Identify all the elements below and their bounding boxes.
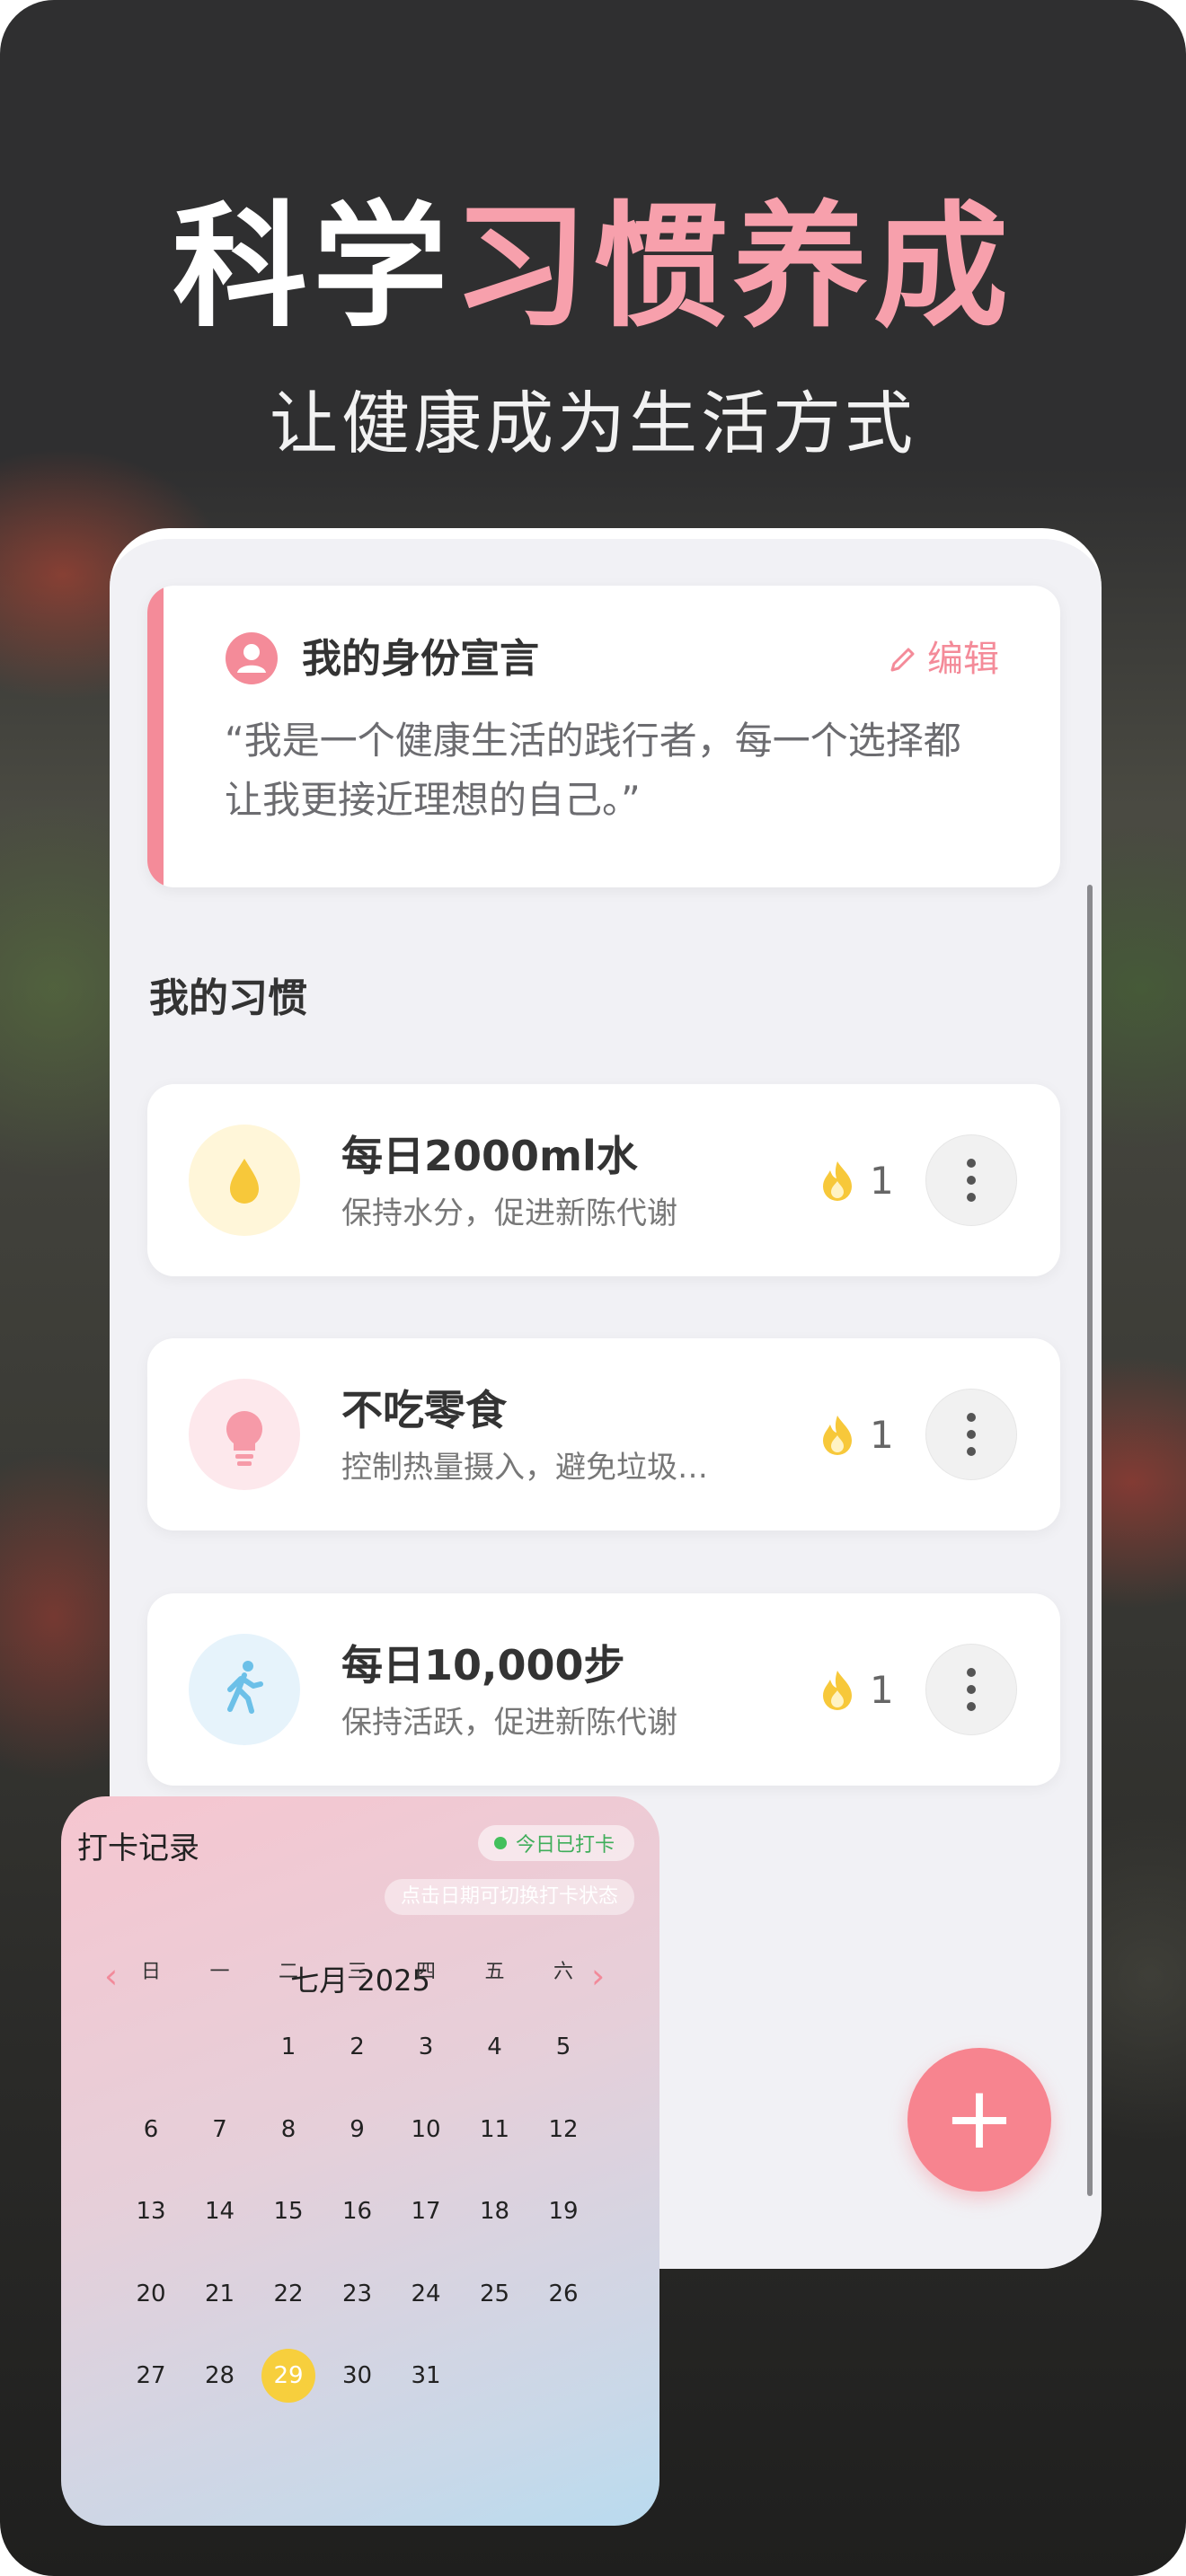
habit-streak: 1 [819,1410,894,1460]
streak-count: 1 [870,1159,894,1203]
hero-title-pink: 习惯养成 [453,190,1014,346]
dot [967,1447,976,1456]
declaration-accent-bar [147,586,164,887]
habit-streak: 1 [819,1665,894,1716]
weekday-label: 二 [278,1961,298,1983]
calendar-day[interactable]: 26 [536,2267,590,2321]
add-habit-button[interactable]: + [907,2048,1051,2192]
checked-in-badge: 今日已打卡 [478,1825,635,1861]
calendar-day[interactable]: 8 [261,2103,315,2157]
weekday-label: 日 [140,1961,161,1983]
habit-streak: 1 [819,1156,894,1206]
calendar-day[interactable]: 7 [193,2103,247,2157]
chevron-right-icon[interactable]: › [591,1956,605,1996]
edit-label: 编辑 [927,639,999,680]
more-options-button[interactable] [925,1134,1017,1226]
dot [967,1176,976,1185]
declaration-title: 我的身份宣言 [302,636,539,682]
habit-description: 保持水分，促进新陈代谢 [341,1195,677,1231]
hero-title-white: 科学 [172,190,453,346]
walking-icon [189,1634,300,1745]
flame-icon [823,1161,852,1201]
calendar-day[interactable]: 23 [331,2267,385,2321]
weekday-label: 五 [484,1961,505,1983]
calendar-day[interactable]: 27 [124,2349,178,2403]
hero-subtitle: 让健康成为生活方式 [270,384,916,463]
habit-card-steps[interactable]: 每日10,000步 保持活跃，促进新陈代谢 1 [147,1593,1060,1786]
edit-declaration-button[interactable]: 编辑 [888,632,999,686]
hero-title: 科学习惯养成 [0,187,1186,348]
habit-card-water[interactable]: 每日2000ml水 保持水分，促进新陈代谢 1 [147,1084,1060,1276]
flame-icon [823,1671,852,1710]
habit-card-no-snacks[interactable]: 不吃零食 控制热量摄入，避免垃圾… 1 [147,1338,1060,1531]
status-dot [494,1837,507,1849]
dot [967,1413,976,1422]
dot [967,1702,976,1711]
calendar-day[interactable]: 18 [468,2184,522,2238]
weekday-label: 四 [415,1961,436,1983]
dot [967,1159,976,1168]
calendar-day[interactable]: 14 [193,2184,247,2238]
dot [967,1685,976,1694]
calendar-title: 打卡记录 [77,1831,199,1866]
habit-description: 控制热量摄入，避免垃圾… [341,1450,708,1486]
identity-declaration-card: 我的身份宣言 编辑 “我是一个健康生活的践行者，每一个选择都让我更接近理想的自己… [147,586,1060,887]
scrollbar[interactable] [1087,885,1093,2196]
weekday-label: 三 [347,1961,367,1983]
calendar-day[interactable]: 13 [124,2184,178,2238]
more-options-button[interactable] [925,1389,1017,1480]
calendar-day[interactable]: 6 [124,2103,178,2157]
habit-description: 保持活跃，促进新陈代谢 [341,1705,677,1741]
water-drop-icon [189,1125,300,1236]
calendar-day[interactable]: 3 [399,2020,453,2074]
calendar-day[interactable]: 30 [331,2349,385,2403]
calendar-day[interactable]: 11 [468,2103,522,2157]
chevron-left-icon[interactable]: ‹ [104,1956,118,1996]
calendar-day[interactable]: 21 [193,2267,247,2321]
streak-count: 1 [870,1668,894,1712]
calendar-day[interactable]: 15 [261,2184,315,2238]
calendar-day[interactable]: 31 [399,2349,453,2403]
calendar-day-today[interactable]: 29 [261,2349,315,2403]
calendar-day[interactable]: 5 [536,2020,590,2074]
calendar-day[interactable]: 22 [261,2267,315,2321]
calendar-day[interactable]: 16 [331,2184,385,2238]
checkin-calendar-card: 打卡记录 今日已打卡 点击日期可切换打卡状态 七月 2025 ‹ › 日一二三四… [61,1796,659,2526]
flame-icon [823,1416,852,1455]
more-options-button[interactable] [925,1644,1017,1735]
dot [967,1430,976,1439]
calendar-day[interactable]: 12 [536,2103,590,2157]
calendar-day[interactable]: 10 [399,2103,453,2157]
calendar-day[interactable]: 19 [536,2184,590,2238]
person-icon [226,632,278,684]
habit-name: 每日10,000步 [341,1641,625,1689]
calendar-day[interactable]: 24 [399,2267,453,2321]
declaration-text: “我是一个健康生活的践行者，每一个选择都让我更接近理想的自己。” [225,719,961,822]
calendar-day[interactable]: 2 [331,2020,385,2074]
calendar-day[interactable]: 17 [399,2184,453,2238]
badge-label: 今日已打卡 [516,1834,615,1857]
habits-section-title: 我的习惯 [149,975,307,1021]
dot [967,1668,976,1677]
calendar-day[interactable]: 25 [468,2267,522,2321]
habit-name: 每日2000ml水 [341,1132,638,1180]
calendar-hint: 点击日期可切换打卡状态 [385,1879,635,1915]
calendar-day[interactable]: 1 [261,2020,315,2074]
streak-count: 1 [870,1413,894,1457]
weekday-label: 一 [209,1961,230,1983]
pencil-icon [890,648,915,672]
weekday-label: 六 [553,1961,573,1983]
calendar-day[interactable]: 28 [193,2349,247,2403]
calendar-day[interactable]: 20 [124,2267,178,2321]
lightbulb-icon [189,1379,300,1490]
app-screenshot: 科学习惯养成 让健康成为生活方式 我的身份宣言 编辑 “我是一个健康生活的践行者… [0,0,1186,2576]
habit-name: 不吃零食 [341,1386,507,1434]
calendar-day[interactable]: 9 [331,2103,385,2157]
dot [967,1193,976,1202]
calendar-day[interactable]: 4 [468,2020,522,2074]
